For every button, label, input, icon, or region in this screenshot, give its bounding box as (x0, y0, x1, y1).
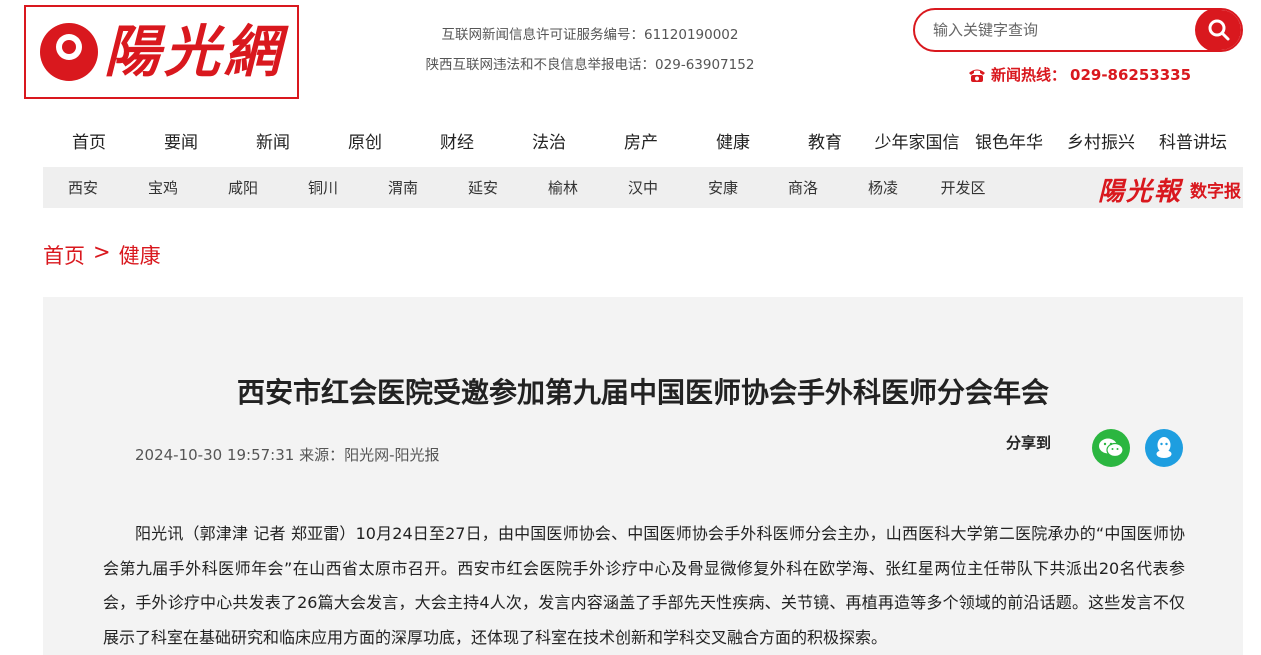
search-icon (1208, 19, 1230, 41)
main-nav-item[interactable]: 法治 (503, 128, 595, 153)
hotline-label: 新闻热线： (991, 66, 1067, 84)
main-nav-item[interactable]: 财经 (411, 128, 503, 153)
breadcrumb-home[interactable]: 首页 (43, 240, 85, 270)
search-input[interactable] (915, 10, 1195, 50)
region-nav-item[interactable]: 宝鸡 (123, 177, 203, 198)
license-number: 互联网新闻信息许可证服务编号：61120190002 (441, 27, 739, 43)
article-date: 2024-10-30 19:57:31 (135, 446, 295, 464)
share-label: 分享到 (1005, 433, 1051, 452)
report-phone: 陕西互联网违法和不良信息举报电话：029-63907152 (425, 57, 755, 73)
main-nav-item[interactable]: 原创 (319, 128, 411, 153)
main-nav-item[interactable]: 要闻 (135, 128, 227, 153)
search-button[interactable] (1195, 10, 1241, 50)
main-nav-item[interactable]: 健康 (687, 128, 779, 153)
region-nav-item[interactable]: 铜川 (283, 177, 363, 198)
digital-paper-link[interactable]: 陽光報 数字报 (1098, 171, 1241, 208)
region-nav-item[interactable]: 渭南 (363, 177, 443, 198)
breadcrumb: 首页 > 健康 (43, 240, 161, 270)
breadcrumb-current[interactable]: 健康 (119, 240, 161, 270)
region-nav-item[interactable]: 西安 (43, 177, 123, 198)
article-panel: 西安市红会医院受邀参加第九届中国医师协会手外科医师分会年会 2024-10-30… (43, 297, 1243, 655)
article-source: 来源：阳光网-阳光报 (299, 446, 440, 464)
main-nav-item[interactable]: 教育 (779, 128, 871, 153)
region-nav-item[interactable]: 延安 (443, 177, 523, 198)
search-bar (913, 8, 1243, 52)
region-nav-item[interactable]: 杨凌 (843, 177, 923, 198)
breadcrumb-separator: > (93, 240, 111, 264)
qq-icon (1156, 437, 1172, 458)
epaper-logo: 陽光報 (1097, 177, 1182, 207)
logo-text: 陽光網 (104, 19, 284, 85)
article-title: 西安市红会医院受邀参加第九届中国医师协会手外科医师分会年会 (236, 376, 1049, 409)
region-nav-item[interactable]: 榆林 (523, 177, 603, 198)
site-header: 陽光網 互联网新闻信息许可证服务编号：61120190002 陕西互联网违法和不… (0, 0, 1261, 110)
license-info: 互联网新闻信息许可证服务编号：61120190002 陕西互联网违法和不良信息举… (400, 20, 780, 80)
phone-icon (969, 69, 985, 82)
region-nav: 西安 宝鸡 咸阳 铜川 渭南 延安 榆林 汉中 安康 商洛 杨凌 开发区 陽光報 数字报 (43, 167, 1243, 208)
hotline-number: 029-86253335 (1070, 65, 1192, 84)
main-nav-item[interactable]: 首页 (43, 128, 135, 153)
main-nav-item[interactable]: 银色年华 (963, 128, 1055, 153)
main-nav: 首页 要闻 新闻 原创 财经 法治 房产 健康 教育 少年家国信 银色年华 乡村振兴 科普讲坛 (43, 118, 1243, 162)
region-nav-item[interactable]: 汉中 (603, 177, 683, 198)
share-wechat-button[interactable] (1092, 429, 1130, 467)
main-nav-item[interactable]: 少年家国信 (871, 128, 963, 153)
main-nav-item[interactable]: 乡村振兴 (1055, 128, 1147, 153)
region-nav-item[interactable]: 安康 (683, 177, 763, 198)
epaper-label: 数字报 (1190, 182, 1241, 202)
region-nav-item[interactable]: 商洛 (763, 177, 843, 198)
logo-emblem-icon (40, 23, 98, 81)
article-paragraph: 阳光讯（郭津津 记者 郑亚雷）10月24日至27日，由中国医师协会、中国医师协会… (103, 524, 1185, 647)
site-logo[interactable]: 陽光網 (24, 5, 299, 99)
main-nav-item[interactable]: 新闻 (227, 128, 319, 153)
article-meta: 2024-10-30 19:57:31 来源：阳光网-阳光报 (135, 444, 440, 465)
main-nav-item[interactable]: 科普讲坛 (1147, 128, 1239, 153)
news-hotline: 新闻热线： 029-86253335 (967, 64, 1191, 85)
share-qq-button[interactable] (1145, 429, 1183, 467)
main-nav-item[interactable]: 房产 (595, 128, 687, 153)
share-bar: 分享到 (1006, 429, 1183, 467)
region-nav-item[interactable]: 开发区 (923, 177, 1003, 198)
region-nav-item[interactable]: 咸阳 (203, 177, 283, 198)
wechat-icon (1099, 438, 1124, 458)
